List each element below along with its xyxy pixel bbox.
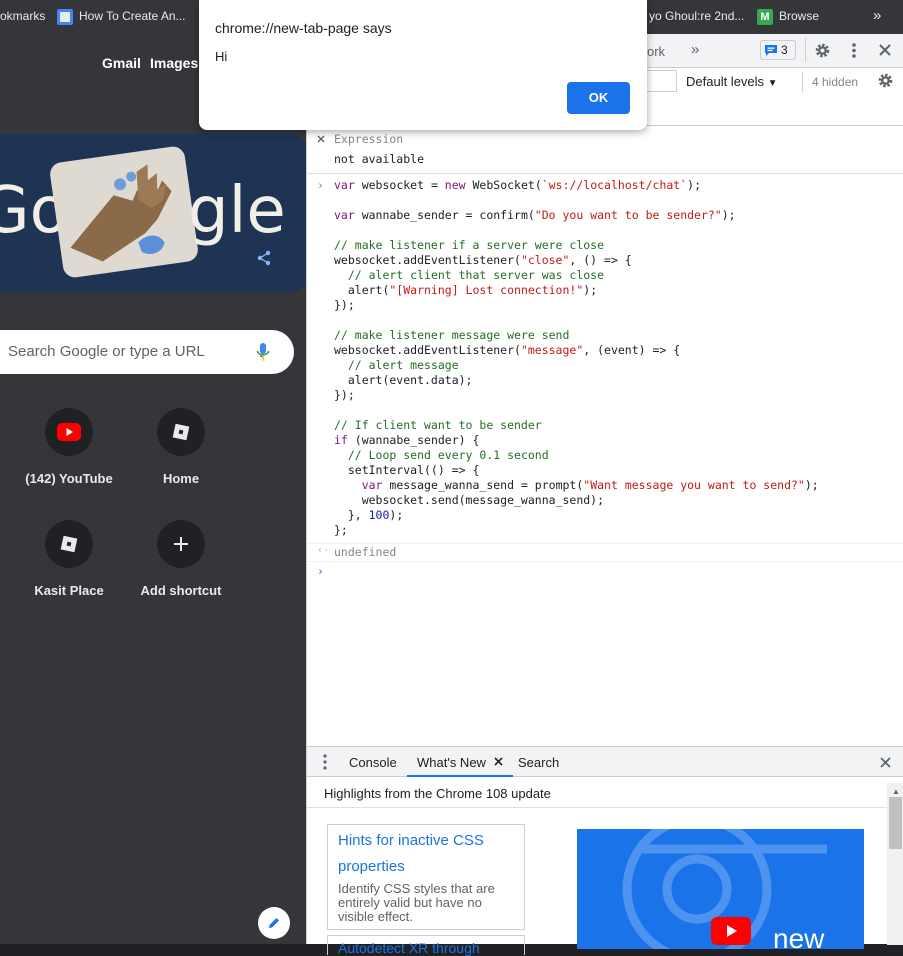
chrome-update-banner: new <box>577 829 864 949</box>
images-link[interactable]: Images <box>150 55 198 71</box>
microphone-icon[interactable] <box>256 342 270 362</box>
add-shortcut-button[interactable]: Add shortcut <box>125 520 237 620</box>
shortcut-kasit-place[interactable]: Kasit Place <box>13 520 125 620</box>
close-drawer-icon[interactable] <box>880 757 891 768</box>
console-code-block: var websocket = new WebSocket(`ws://loca… <box>334 178 819 537</box>
bookmark-label: Browse <box>779 9 820 24</box>
divider <box>307 543 903 544</box>
doodle-letters-right: gle <box>188 174 286 248</box>
bookmark-label: yo Ghoul:re 2nd... <box>649 9 745 23</box>
shortcut-home[interactable]: Home <box>125 408 237 508</box>
hidden-messages-count: 4 hidden <box>812 75 859 89</box>
console-input[interactable] <box>334 564 894 580</box>
drawer-menu-icon[interactable] <box>323 754 327 770</box>
tab-whats-new[interactable]: What's New <box>407 747 513 777</box>
close-icon[interactable] <box>879 44 891 56</box>
bookmark-label: okmarks <box>0 9 46 23</box>
bookmark-tokyo-ghoul[interactable]: yo Ghoul:re 2nd... <box>649 9 744 23</box>
console-output[interactable]: › var websocket = new WebSocket(`ws://lo… <box>307 174 903 746</box>
m-logo-icon: M <box>757 9 773 25</box>
dialog-title: chrome://new-tab-page says <box>215 20 392 36</box>
divider <box>307 561 903 562</box>
expression-value: not available <box>334 152 425 166</box>
feature-card[interactable]: Hints for inactive CSS properties Identi… <box>327 824 525 930</box>
log-levels-label: Default levels <box>686 74 765 89</box>
expression-label: Expression <box>334 132 404 146</box>
whats-new-title: Highlights from the Chrome 108 update <box>324 786 551 801</box>
roblox-icon <box>172 423 190 441</box>
drawer-scrollbar[interactable]: ▲ <box>887 783 903 945</box>
more-tabs-button[interactable]: » <box>691 41 699 58</box>
input-prompt-chevron-icon: › <box>317 178 324 192</box>
live-expression: Expression not available <box>307 126 903 174</box>
alert-dialog: chrome://new-tab-page says Hi OK <box>199 0 647 130</box>
customize-chrome-button[interactable] <box>258 907 290 939</box>
shortcut-tile <box>45 520 93 568</box>
return-arrow-icon: ‹· <box>317 545 330 556</box>
shortcut-youtube[interactable]: (142) YouTube <box>13 408 125 508</box>
issues-button[interactable]: 3 <box>760 40 796 60</box>
tab-network[interactable]: ork <box>647 44 665 59</box>
dialog-message: Hi <box>215 49 228 64</box>
ok-button[interactable]: OK <box>567 82 630 114</box>
divider <box>805 38 806 62</box>
console-settings-gear-icon[interactable] <box>877 72 894 89</box>
doodle-artwork <box>48 145 200 279</box>
pencil-icon <box>269 918 279 928</box>
filter-input[interactable] <box>647 70 677 92</box>
card-title-line-2[interactable]: properties <box>338 854 514 880</box>
devtools-drawer: Console What's New Search Highlights fro… <box>307 746 903 956</box>
whats-new-header: Highlights from the Chrome 108 update <box>307 778 887 808</box>
bookmark-all-bookmarks[interactable]: okmarks <box>0 9 45 23</box>
roblox-icon <box>60 535 78 553</box>
close-tab-icon[interactable] <box>494 757 503 766</box>
plus-icon <box>174 537 188 551</box>
gmail-link[interactable]: Gmail <box>102 55 141 71</box>
devtools-panel: ork » 3 Default levels ▼ 4 hidden Expres… <box>306 34 903 956</box>
new-tab-page: Gmail Images Go gle Search Google or typ… <box>0 34 306 944</box>
more-bookmarks-button[interactable]: » <box>873 7 881 24</box>
shortcut-label: (142) YouTube <box>25 471 113 486</box>
gear-icon[interactable] <box>814 42 831 59</box>
tab-label: What's New <box>417 755 486 770</box>
google-doodle[interactable]: Go gle <box>0 134 306 292</box>
console-result: undefined <box>334 545 397 559</box>
shortcut-tile <box>157 408 205 456</box>
feature-card[interactable]: Autodetect XR through <box>327 935 525 956</box>
shortcut-label: Add shortcut <box>140 583 222 598</box>
issues-count: 3 <box>781 43 788 57</box>
youtube-icon <box>57 423 81 441</box>
divider <box>802 72 803 92</box>
issues-icon <box>765 45 777 56</box>
search-input[interactable]: Search Google or type a URL <box>8 343 205 360</box>
chevron-down-icon: ▼ <box>767 78 778 89</box>
console-prompt-icon: › <box>317 564 324 578</box>
qr-icon <box>57 9 73 25</box>
bookmark-browse[interactable]: M Browse <box>757 9 819 25</box>
card-title[interactable]: Autodetect XR through <box>338 940 524 956</box>
card-title-line-1[interactable]: Hints for inactive CSS <box>338 828 514 854</box>
drawer-tab-strip: Console What's New Search <box>307 747 903 777</box>
tab-console[interactable]: Console <box>349 755 397 770</box>
remove-expression-icon[interactable] <box>317 135 325 143</box>
youtube-icon <box>711 917 751 945</box>
shortcut-tile <box>45 408 93 456</box>
shortcut-label: Kasit Place <box>34 583 104 598</box>
search-box[interactable]: Search Google or type a URL <box>0 330 294 374</box>
banner-text: new <box>773 923 825 949</box>
log-levels-dropdown[interactable]: Default levels ▼ <box>686 74 778 89</box>
tab-search[interactable]: Search <box>518 755 559 770</box>
bookmark-how-to-create[interactable]: How To Create An... <box>57 9 186 25</box>
scroll-up-arrow-icon[interactable]: ▲ <box>892 787 900 796</box>
card-description: Identify CSS styles that are entirely va… <box>338 881 495 924</box>
scrollbar-thumb[interactable] <box>889 797 902 849</box>
bookmark-label: How To Create An... <box>79 9 186 24</box>
shortcut-label: Home <box>162 471 200 486</box>
kebab-menu-icon[interactable] <box>851 42 857 59</box>
share-icon[interactable] <box>256 250 272 266</box>
shortcut-tile <box>157 520 205 568</box>
